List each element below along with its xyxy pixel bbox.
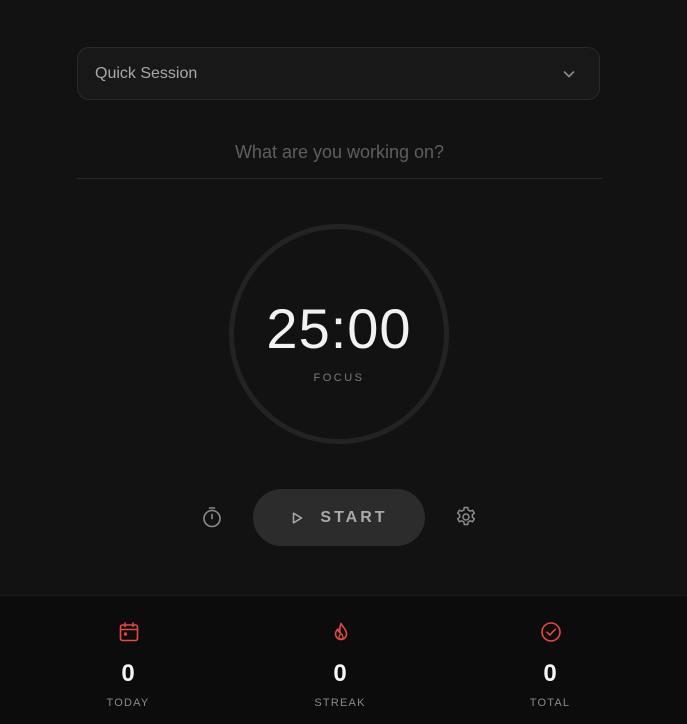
task-input[interactable] — [77, 127, 602, 179]
timer-ring: 25:00 FOCUS — [229, 224, 449, 444]
stat-today-value: 0 — [121, 660, 135, 687]
start-button[interactable]: START — [253, 489, 425, 546]
calendar-icon — [118, 621, 140, 643]
session-type-dropdown[interactable]: Quick Session — [77, 47, 600, 100]
stat-total-label: TOTAL — [529, 697, 571, 709]
check-circle-icon — [540, 621, 562, 643]
stat-total: 0 TOTAL — [490, 596, 610, 724]
start-button-label: START — [320, 508, 388, 526]
gear-icon[interactable] — [454, 505, 478, 529]
stat-streak-value: 0 — [333, 660, 347, 687]
play-icon — [290, 511, 304, 525]
flame-icon — [330, 621, 352, 643]
stopwatch-icon[interactable] — [200, 505, 224, 529]
stat-streak: 0 STREAK — [280, 596, 400, 724]
stat-today: 0 TODAY — [68, 596, 188, 724]
stat-streak-label: STREAK — [314, 697, 366, 709]
stats-bar: 0 TODAY 0 STREAK 0 TOTAL — [0, 595, 687, 724]
stat-today-label: TODAY — [106, 697, 150, 709]
stat-total-value: 0 — [543, 660, 557, 687]
chevron-down-icon — [562, 67, 576, 81]
timer-display: 25:00 — [266, 297, 412, 360]
pomodoro-app: Quick Session 25:00 FOCUS START — [0, 0, 687, 724]
session-type-label: Quick Session — [95, 64, 198, 82]
timer-mode-label: FOCUS — [313, 372, 365, 384]
